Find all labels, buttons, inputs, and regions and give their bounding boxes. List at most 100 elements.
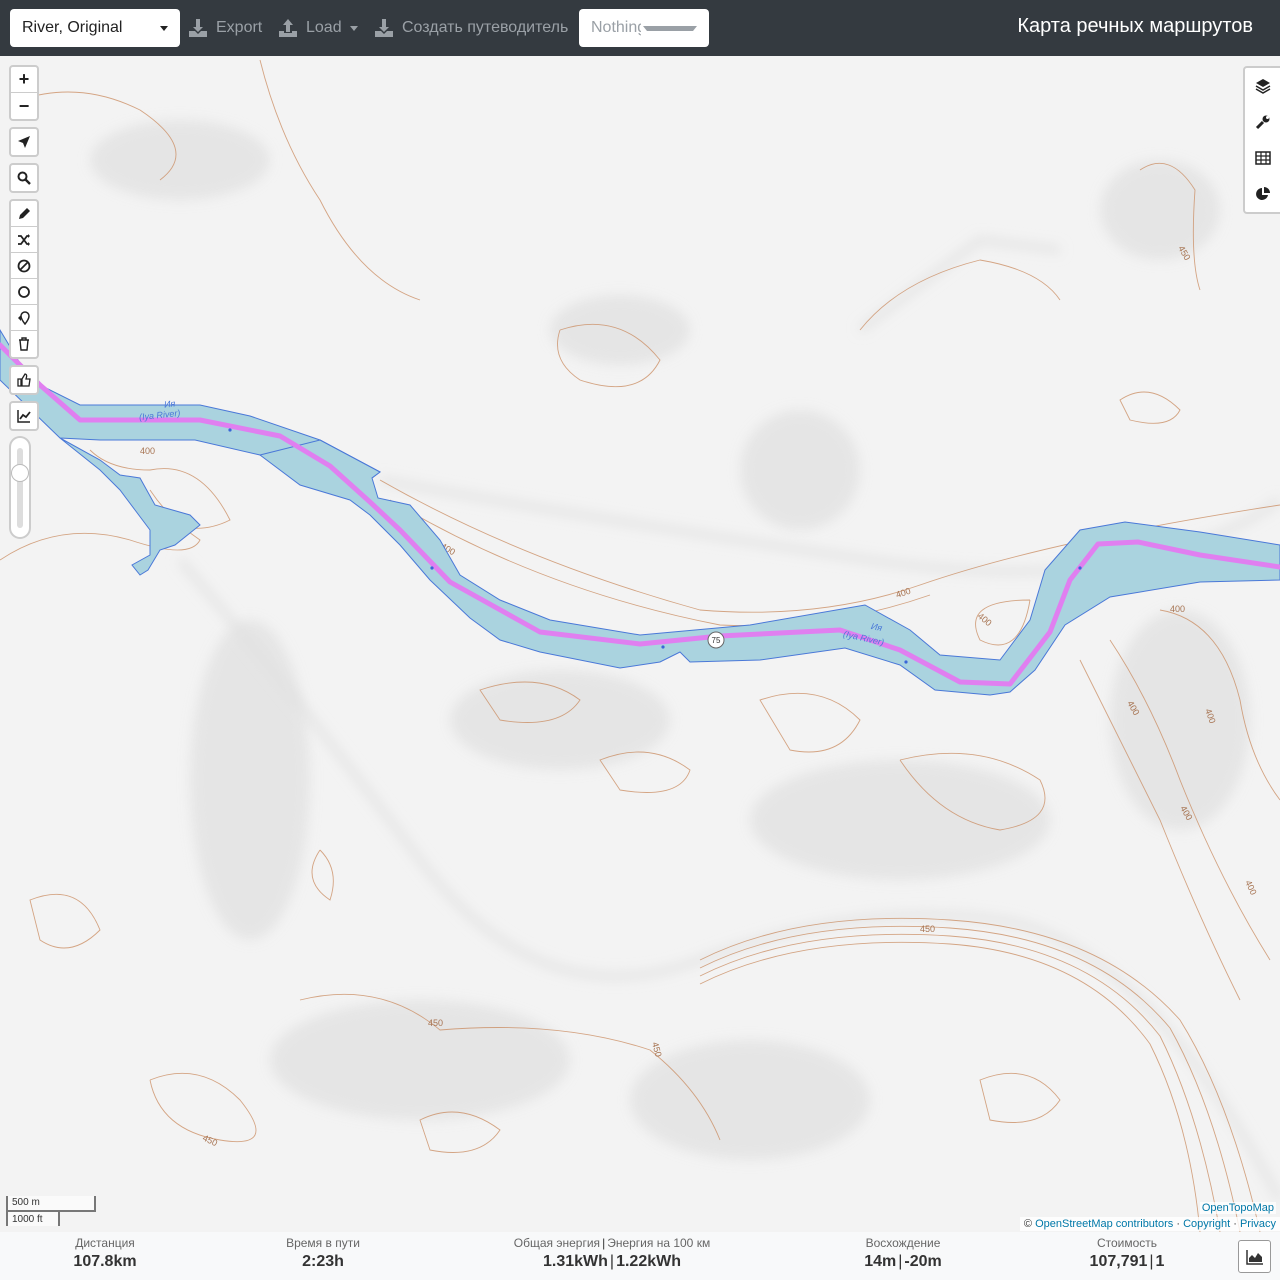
attribution-prefix: © <box>1023 1218 1033 1230</box>
stat-label: Дистанция <box>75 1236 135 1250</box>
zoom-control: + − <box>9 65 39 121</box>
stat-label: Время в пути <box>286 1236 360 1250</box>
area-chart-icon <box>1245 1249 1263 1265</box>
locate-icon <box>18 136 30 148</box>
opacity-slider[interactable] <box>9 436 31 539</box>
circle-area-button[interactable] <box>11 279 37 305</box>
stat-time: Время в пути 2:23h <box>286 1236 360 1271</box>
stat-label: Общая энергия <box>513 1236 601 1250</box>
attribution-separator: · <box>1233 1218 1237 1230</box>
slider-track <box>17 448 23 528</box>
contour-labels: 400 400 400 400 400 400 400 400 450 450 … <box>140 244 1259 1148</box>
contour-label: 450 <box>920 924 935 934</box>
map-canvas[interactable]: 400 400 400 400 400 400 400 400 450 450 … <box>0 56 1280 1232</box>
stat-unit: km <box>113 1253 137 1270</box>
chart-line-icon <box>17 410 31 423</box>
route-ref-marker: 75 <box>707 631 725 649</box>
stat-value: 1 <box>1155 1253 1165 1270</box>
load-button[interactable]: Load <box>278 12 358 44</box>
stat-unit: kWh <box>574 1253 608 1270</box>
contour-label: 400 <box>1170 604 1185 614</box>
topo-basemap: 400 400 400 400 400 400 400 400 450 450 … <box>0 59 1280 1232</box>
elevation-chart-button[interactable] <box>1238 1240 1271 1273</box>
stat-unit: h <box>334 1253 344 1270</box>
stat-value: 1.22 <box>616 1253 648 1270</box>
poi-icon <box>18 310 30 325</box>
osm-link[interactable]: OpenStreetMap contributors <box>1035 1218 1173 1230</box>
poi-button[interactable] <box>11 305 37 331</box>
create-guide-button[interactable]: Создать путеводитель <box>374 12 568 44</box>
analysis-button[interactable] <box>1245 176 1280 212</box>
draw-toolbar <box>9 199 39 359</box>
stat-ascent: Восхождение 14m | -20m <box>864 1236 942 1271</box>
contour-label: 450 <box>428 1018 443 1028</box>
export-label: Export <box>216 19 263 36</box>
stat-energy: Общая энергия | Энергия на 100 км 1.31kWh |… <box>514 1236 710 1271</box>
feedback-control <box>9 365 39 395</box>
stat-label: Восхождение <box>865 1236 941 1250</box>
contour-label: 450 <box>201 1133 219 1148</box>
trash-icon <box>19 337 29 351</box>
zoom-in-button[interactable]: + <box>11 67 37 93</box>
contour-label: 400 <box>1243 879 1258 897</box>
tile-provider-link[interactable]: OpenTopoMap <box>1199 1202 1276 1214</box>
stat-value: -20 <box>904 1253 928 1270</box>
stat-unit: m <box>882 1253 897 1270</box>
map-attribution: © OpenStreetMap contributors · Copyright… <box>1019 1217 1280 1231</box>
copyright-link[interactable]: Copyright <box>1183 1218 1230 1230</box>
selection-dropdown[interactable]: Nothing selected <box>579 9 709 47</box>
draw-route-button[interactable] <box>11 201 37 227</box>
pie-chart-icon <box>1255 187 1270 200</box>
stat-unit: kWh <box>647 1253 681 1270</box>
search-button[interactable] <box>11 165 37 191</box>
contour-label: 400 <box>976 611 994 628</box>
export-button[interactable]: Export <box>188 12 262 44</box>
no-entry-icon <box>17 259 31 272</box>
search-icon <box>17 171 31 185</box>
attribution-separator: · <box>1176 1218 1180 1230</box>
search-control <box>9 163 39 193</box>
contour-label: 400 <box>140 446 155 456</box>
stat-unit: m <box>927 1253 942 1270</box>
profile-select-value: River, Original <box>22 19 123 36</box>
right-toolbar <box>1243 66 1280 214</box>
circle-icon <box>18 285 30 298</box>
scale-imperial: 1000 ft <box>6 1210 60 1226</box>
stat-value: 107.8 <box>73 1253 114 1270</box>
profile-select[interactable]: River, Original <box>10 9 180 47</box>
elevation-button[interactable] <box>11 403 37 429</box>
stat-value: 14 <box>864 1253 883 1270</box>
app-title: Карта речных маршрутов <box>1017 15 1253 37</box>
no-go-area-button[interactable] <box>11 253 37 279</box>
stat-cost: Стоимость 107,791 | 1 <box>1090 1236 1165 1271</box>
layers-button[interactable] <box>1245 68 1280 104</box>
table-button[interactable] <box>1245 140 1280 176</box>
delete-route-button[interactable] <box>11 331 37 357</box>
layers-icon <box>1255 79 1270 94</box>
settings-button[interactable] <box>1245 104 1280 140</box>
route-ref-label: 75 <box>712 636 721 645</box>
slider-handle[interactable] <box>11 464 29 482</box>
elevation-control <box>9 401 39 431</box>
contour-label: 450 <box>650 1041 664 1058</box>
contour-label: 400 <box>895 586 912 600</box>
upload-icon <box>279 19 297 37</box>
top-navbar: River, Original Export Load Создать путе… <box>0 0 1280 56</box>
stat-separator: | <box>1149 1253 1154 1270</box>
load-label: Load <box>306 19 342 36</box>
route-line[interactable] <box>0 342 1280 687</box>
stat-distance: Дистанция 107.8km <box>73 1236 136 1271</box>
river-water <box>0 329 1280 696</box>
create-guide-label: Создать путеводитель <box>402 19 569 36</box>
privacy-link[interactable]: Privacy <box>1240 1218 1276 1230</box>
zoom-out-button[interactable]: − <box>11 93 37 119</box>
locate-control <box>9 127 39 157</box>
shuffle-button[interactable] <box>11 227 37 253</box>
stat-separator: | <box>898 1253 903 1270</box>
wrench-icon <box>1255 115 1269 130</box>
feedback-button[interactable] <box>11 367 37 393</box>
pencil-icon <box>19 207 30 219</box>
shuffle-icon <box>18 233 30 246</box>
locate-button[interactable] <box>11 129 37 155</box>
selection-placeholder: Nothing selected <box>591 19 642 36</box>
